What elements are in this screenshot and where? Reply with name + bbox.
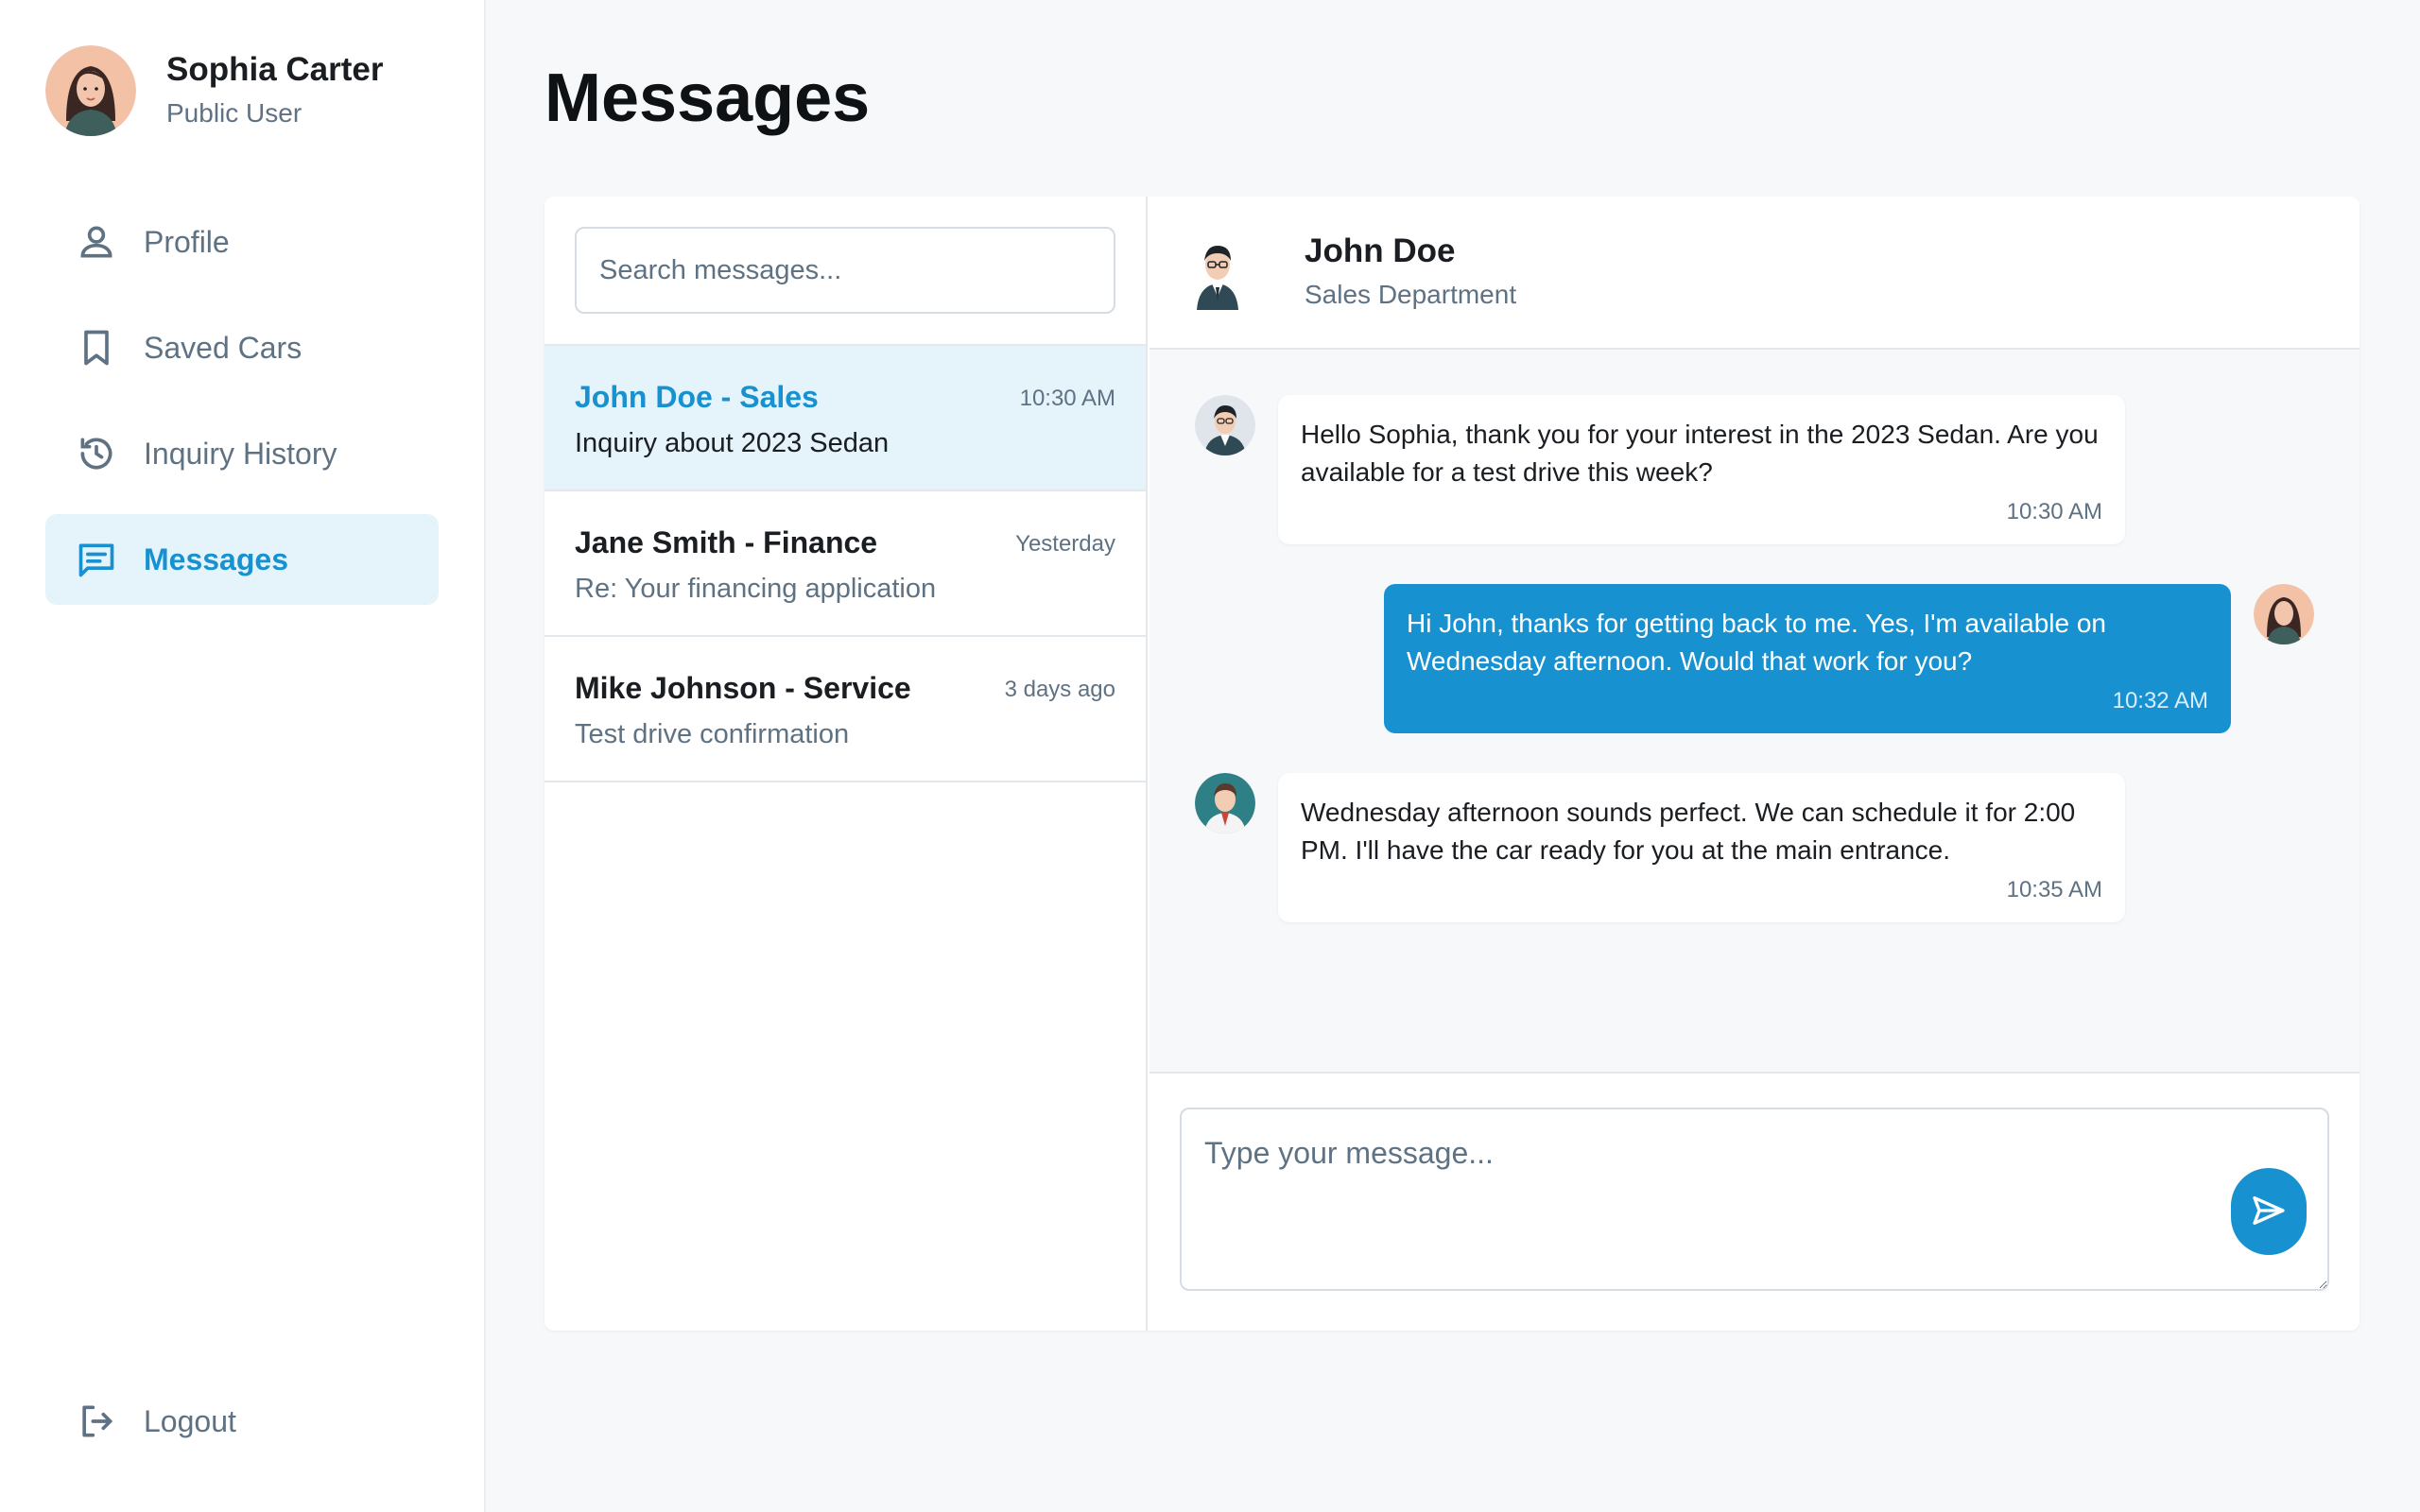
agent-avatar	[1195, 395, 1255, 455]
conversation-item[interactable]: Jane Smith - Finance Yesterday Re: Your …	[544, 491, 1146, 637]
contact-avatar	[1187, 234, 1248, 310]
sidebar-item-label: Saved Cars	[144, 330, 302, 365]
message-time: 10:32 AM	[2112, 688, 2208, 713]
logout-label: Logout	[144, 1403, 236, 1438]
conversation-item[interactable]: Mike Johnson - Service 3 days ago Test d…	[544, 637, 1146, 782]
sidebar: Sophia Carter Public User Profile Saved …	[0, 0, 486, 1512]
message-bubble-incoming: Hello Sophia, thank you for your interes…	[1278, 395, 2125, 544]
sidebar-nav: Profile Saved Cars Inquiry History Messa…	[45, 197, 439, 620]
message-bubble-incoming: Wednesday afternoon sounds perfect. We c…	[1278, 773, 2125, 922]
message-input[interactable]	[1180, 1108, 2329, 1291]
search-input[interactable]	[575, 227, 1115, 314]
conversation-item[interactable]: John Doe - Sales 10:30 AM Inquiry about …	[544, 346, 1146, 491]
sidebar-item-messages[interactable]: Messages	[45, 514, 439, 605]
page-title: Messages	[544, 60, 871, 136]
user-avatar[interactable]	[45, 45, 136, 136]
user-avatar-small	[2254, 584, 2314, 644]
message-thread: Hello Sophia, thank you for your interes…	[1150, 350, 2360, 1074]
user-name: Sophia Carter	[166, 51, 384, 88]
conversation-time: 3 days ago	[1004, 677, 1115, 702]
sidebar-item-saved-cars[interactable]: Saved Cars	[45, 302, 439, 393]
sidebar-item-label: Profile	[144, 224, 230, 259]
conversation-preview: Inquiry about 2023 Sedan	[575, 428, 890, 458]
chat-icon	[76, 539, 117, 580]
message-time: 10:35 AM	[2006, 877, 2102, 902]
conversation-list: John Doe - Sales 10:30 AM Inquiry about …	[544, 197, 1148, 1331]
chat-header: John Doe Sales Department	[1150, 197, 2360, 350]
conversation-time: Yesterday	[1015, 531, 1115, 557]
send-icon	[2250, 1192, 2288, 1232]
logout-icon	[76, 1400, 117, 1442]
agent-avatar	[1195, 773, 1255, 833]
search-bar	[544, 197, 1146, 346]
message-time: 10:30 AM	[2006, 499, 2102, 524]
contact-department: Sales Department	[1305, 280, 1517, 309]
conversation-time: 10:30 AM	[1019, 386, 1115, 411]
sidebar-item-label: Inquiry History	[144, 436, 337, 471]
sidebar-item-profile[interactable]: Profile	[45, 197, 439, 287]
messages-panel: John Doe - Sales 10:30 AM Inquiry about …	[544, 197, 2360, 1331]
contact-name: John Doe	[1305, 232, 1456, 269]
conversation-preview: Re: Your financing application	[575, 574, 937, 604]
sidebar-item-label: Messages	[144, 541, 288, 576]
message-composer	[1150, 1075, 2360, 1331]
conversation-preview: Test drive confirmation	[575, 719, 850, 749]
message-text: Hello Sophia, thank you for your interes…	[1301, 420, 2099, 487]
user-role: Public User	[166, 98, 302, 128]
history-icon	[76, 433, 117, 474]
bookmark-icon	[76, 327, 117, 369]
message-text: Wednesday afternoon sounds perfect. We c…	[1301, 798, 2076, 865]
sidebar-item-inquiry-history[interactable]: Inquiry History	[45, 408, 439, 499]
user-card: Sophia Carter Public User	[45, 45, 384, 136]
logout-button[interactable]: Logout	[45, 1376, 439, 1467]
message-bubble-outgoing: Hi John, thanks for getting back to me. …	[1384, 584, 2231, 733]
send-button[interactable]	[2231, 1168, 2307, 1255]
person-icon	[76, 221, 117, 263]
message-text: Hi John, thanks for getting back to me. …	[1407, 609, 2106, 676]
chat-window: John Doe Sales Department Hello Sophia, …	[1150, 197, 2360, 1331]
